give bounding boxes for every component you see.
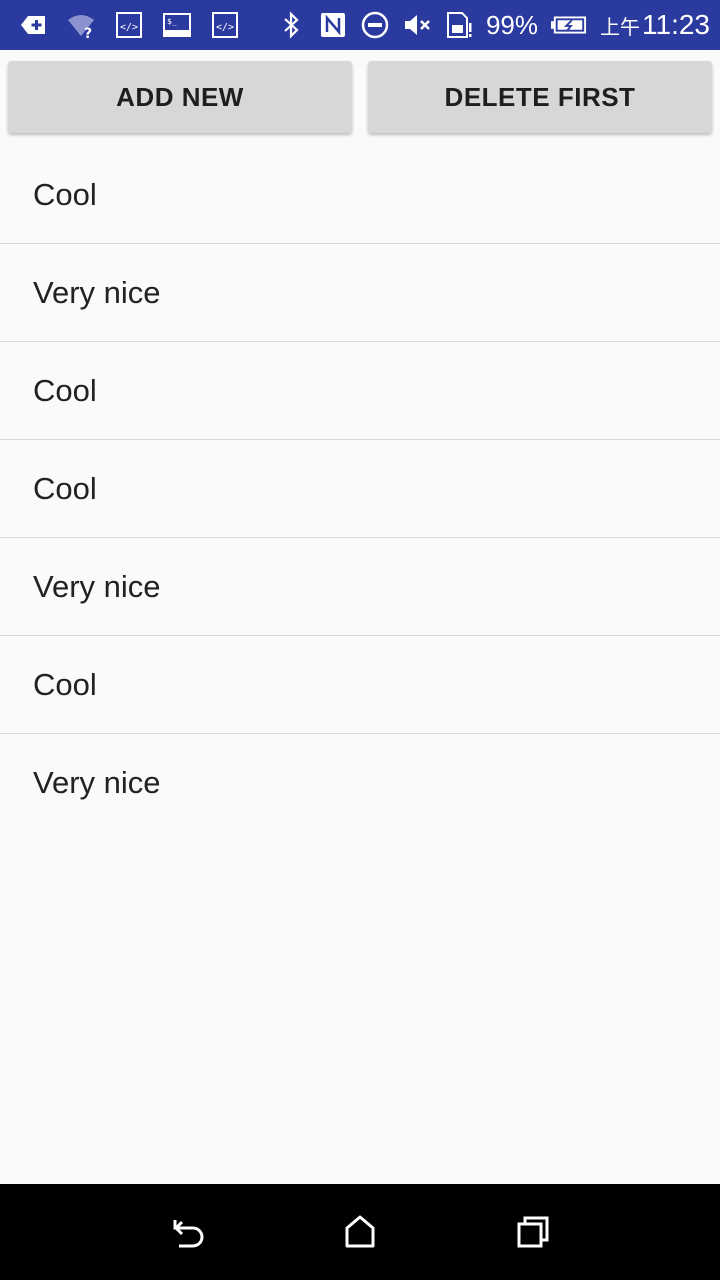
recents-icon [517, 1216, 549, 1248]
bluetooth-icon [276, 10, 306, 40]
battery-charging-icon [550, 10, 588, 40]
list-item[interactable]: Very nice [0, 734, 720, 832]
svg-text:?: ? [84, 26, 92, 39]
volume-mute-icon [402, 10, 432, 40]
time-prefix: 上午 [600, 17, 640, 39]
button-row: ADD NEW DELETE FIRST [8, 61, 712, 133]
svg-text:</>: </> [216, 22, 234, 33]
home-button[interactable] [330, 1202, 390, 1262]
list-item[interactable]: Very nice [0, 538, 720, 636]
add-new-button[interactable]: ADD NEW [8, 61, 352, 133]
svg-text:$_: $_ [167, 17, 177, 26]
back-icon [173, 1220, 204, 1248]
status-left-icons: ? </> $_ </> [18, 10, 240, 40]
do-not-disturb-icon [360, 10, 390, 40]
list-item[interactable]: Very nice [0, 244, 720, 342]
list-item[interactable]: Cool [0, 440, 720, 538]
delete-first-button[interactable]: DELETE FIRST [368, 61, 712, 133]
download-plus-icon [18, 10, 48, 40]
sim-alert-icon [444, 10, 474, 40]
back-button[interactable] [157, 1202, 217, 1262]
battery-percent: 99% [485, 9, 538, 40]
status-right-icons: 99% 上午11:23 [276, 9, 710, 41]
code-icon: </> [210, 10, 240, 40]
terminal-icon: $_ [162, 10, 192, 40]
time: 11:23 [642, 9, 710, 40]
list-item[interactable]: Cool [0, 342, 720, 440]
nfc-icon [318, 10, 348, 40]
code-icon: </> [114, 10, 144, 40]
home-icon [345, 1215, 375, 1248]
navigation-bar [0, 1184, 720, 1280]
items-list: Cool Very nice Cool Cool Very nice Cool … [0, 146, 720, 832]
recents-button[interactable] [503, 1202, 563, 1262]
list-item[interactable]: Cool [0, 636, 720, 734]
status-bar: ? </> $_ </> 99% 上午11:23 [0, 0, 720, 50]
svg-text:</>: </> [120, 22, 138, 33]
wifi-unknown-icon: ? [66, 10, 96, 40]
clock: 上午11:23 [600, 9, 710, 41]
list-item[interactable]: Cool [0, 146, 720, 244]
